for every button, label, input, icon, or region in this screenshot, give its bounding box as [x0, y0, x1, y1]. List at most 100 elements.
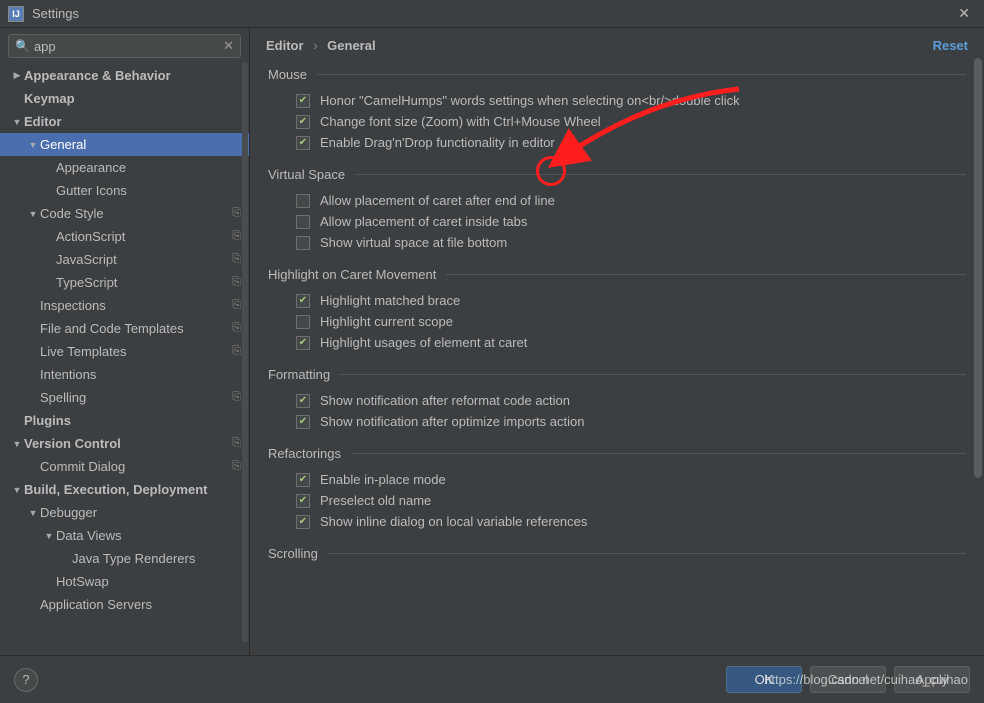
- sidebar-item-inspections[interactable]: ▶Inspections⎘: [0, 294, 249, 317]
- sidebar-item-spelling[interactable]: ▶Spelling⎘: [0, 386, 249, 409]
- option-row[interactable]: Enable Drag'n'Drop functionality in edit…: [268, 132, 966, 153]
- checkbox[interactable]: [296, 394, 310, 408]
- option-row[interactable]: Highlight matched brace: [268, 290, 966, 311]
- sidebar-item-general[interactable]: ▼General: [0, 133, 249, 156]
- section-title-text: Refactorings: [268, 446, 341, 461]
- checkbox[interactable]: [296, 215, 310, 229]
- chevron-down-icon: ▼: [26, 140, 40, 150]
- section-divider: [340, 374, 966, 375]
- sidebar-item-label: Plugins: [24, 413, 241, 428]
- reset-link[interactable]: Reset: [933, 38, 968, 53]
- option-row[interactable]: Change font size (Zoom) with Ctrl+Mouse …: [268, 111, 966, 132]
- search-icon: 🔍: [15, 39, 30, 53]
- section-divider: [355, 174, 966, 175]
- titlebar: IJ Settings ✕: [0, 0, 984, 28]
- scope-badge-icon: ⎘: [232, 437, 241, 450]
- section-title: Highlight on Caret Movement: [268, 267, 966, 282]
- scope-badge-icon: ⎘: [232, 230, 241, 243]
- checkbox[interactable]: [296, 294, 310, 308]
- sidebar-item-keymap[interactable]: ▶Keymap: [0, 87, 249, 110]
- section-title: Virtual Space: [268, 167, 966, 182]
- checkbox[interactable]: [296, 115, 310, 129]
- option-row[interactable]: Allow placement of caret inside tabs: [268, 211, 966, 232]
- sidebar-item-label: File and Code Templates: [40, 321, 228, 336]
- scope-badge-icon: ⎘: [232, 322, 241, 335]
- sidebar-item-label: Inspections: [40, 298, 228, 313]
- option-label: Honor "CamelHumps" words settings when s…: [320, 93, 740, 108]
- sidebar-item-typescript[interactable]: ▶TypeScript⎘: [0, 271, 249, 294]
- option-row[interactable]: Honor "CamelHumps" words settings when s…: [268, 90, 966, 111]
- sidebar-item-label: Gutter Icons: [56, 183, 241, 198]
- option-row[interactable]: Enable in-place mode: [268, 469, 966, 490]
- checkbox[interactable]: [296, 415, 310, 429]
- option-label: Show notification after reformat code ac…: [320, 393, 570, 408]
- sidebar-item-appearance[interactable]: ▶Appearance: [0, 156, 249, 179]
- help-button[interactable]: ?: [14, 668, 38, 692]
- checkbox[interactable]: [296, 194, 310, 208]
- content-pane: Editor › General Reset MouseHonor "Camel…: [250, 28, 984, 655]
- option-label: Highlight current scope: [320, 314, 453, 329]
- checkbox[interactable]: [296, 494, 310, 508]
- sidebar-item-label: Java Type Renderers: [72, 551, 241, 566]
- section-title-text: Formatting: [268, 367, 330, 382]
- content-header: Editor › General Reset: [250, 28, 984, 63]
- cancel-button[interactable]: Cancel: [810, 666, 886, 693]
- checkbox[interactable]: [296, 336, 310, 350]
- sidebar-item-file-and-code-templates[interactable]: ▶File and Code Templates⎘: [0, 317, 249, 340]
- option-row[interactable]: Highlight usages of element at caret: [268, 332, 966, 353]
- apply-button[interactable]: Apply: [894, 666, 970, 693]
- option-row[interactable]: Show notification after optimize imports…: [268, 411, 966, 432]
- sidebar-item-intentions[interactable]: ▶Intentions: [0, 363, 249, 386]
- sidebar-item-live-templates[interactable]: ▶Live Templates⎘: [0, 340, 249, 363]
- clear-search-icon[interactable]: ✕: [223, 38, 234, 54]
- sidebar-item-hotswap[interactable]: ▶HotSwap: [0, 570, 249, 593]
- sidebar-item-version-control[interactable]: ▼Version Control⎘: [0, 432, 249, 455]
- option-row[interactable]: Allow placement of caret after end of li…: [268, 190, 966, 211]
- section-divider: [351, 453, 966, 454]
- section-highlight: Highlight on Caret Movement Highlight mat…: [268, 267, 966, 353]
- option-row[interactable]: Show notification after reformat code ac…: [268, 390, 966, 411]
- sidebar-item-code-style[interactable]: ▼Code Style⎘: [0, 202, 249, 225]
- sidebar-item-appearance-behavior[interactable]: ▶Appearance & Behavior: [0, 64, 249, 87]
- option-row[interactable]: Highlight current scope: [268, 311, 966, 332]
- option-row[interactable]: Show virtual space at file bottom: [268, 232, 966, 253]
- section-refactorings: Refactorings Enable in-place modePreselec…: [268, 446, 966, 532]
- sidebar-scrollbar[interactable]: [242, 62, 248, 642]
- section-title-text: Virtual Space: [268, 167, 345, 182]
- sidebar-item-application-servers[interactable]: ▶Application Servers: [0, 593, 249, 616]
- option-row[interactable]: Preselect old name: [268, 490, 966, 511]
- sidebar-item-commit-dialog[interactable]: ▶Commit Dialog⎘: [0, 455, 249, 478]
- close-icon[interactable]: ✕: [952, 5, 976, 22]
- app-icon: IJ: [8, 6, 24, 22]
- ok-button[interactable]: OK: [726, 666, 802, 693]
- option-row[interactable]: Show inline dialog on local variable ref…: [268, 511, 966, 532]
- checkbox[interactable]: [296, 136, 310, 150]
- sidebar-item-label: Keymap: [24, 91, 241, 106]
- sidebar-item-label: Application Servers: [40, 597, 241, 612]
- search-input[interactable]: [34, 39, 223, 54]
- sidebar-item-editor[interactable]: ▼Editor: [0, 110, 249, 133]
- sidebar-item-actionscript[interactable]: ▶ActionScript⎘: [0, 225, 249, 248]
- section-mouse: MouseHonor "CamelHumps" words settings w…: [268, 67, 966, 153]
- section-divider: [317, 74, 966, 75]
- settings-tree[interactable]: ▶Appearance & Behavior▶Keymap▼Editor▼Gen…: [0, 64, 249, 655]
- option-label: Allow placement of caret after end of li…: [320, 193, 555, 208]
- sidebar-item-plugins[interactable]: ▶Plugins: [0, 409, 249, 432]
- sidebar-item-gutter-icons[interactable]: ▶Gutter Icons: [0, 179, 249, 202]
- checkbox[interactable]: [296, 94, 310, 108]
- sidebar-item-debugger[interactable]: ▼Debugger: [0, 501, 249, 524]
- sidebar-item-java-type-renderers[interactable]: ▶Java Type Renderers: [0, 547, 249, 570]
- sidebar-item-label: Commit Dialog: [40, 459, 228, 474]
- content-scrollbar[interactable]: [974, 58, 982, 618]
- checkbox[interactable]: [296, 473, 310, 487]
- checkbox[interactable]: [296, 236, 310, 250]
- sidebar-item-data-views[interactable]: ▼Data Views: [0, 524, 249, 547]
- checkbox[interactable]: [296, 315, 310, 329]
- scrollbar-thumb[interactable]: [974, 58, 982, 478]
- search-input-wrap[interactable]: 🔍 ✕: [8, 34, 241, 58]
- chevron-right-icon: ▶: [10, 70, 24, 81]
- content-body: MouseHonor "CamelHumps" words settings w…: [250, 63, 984, 655]
- checkbox[interactable]: [296, 515, 310, 529]
- sidebar-item-build-execution-deployment[interactable]: ▼Build, Execution, Deployment: [0, 478, 249, 501]
- sidebar-item-javascript[interactable]: ▶JavaScript⎘: [0, 248, 249, 271]
